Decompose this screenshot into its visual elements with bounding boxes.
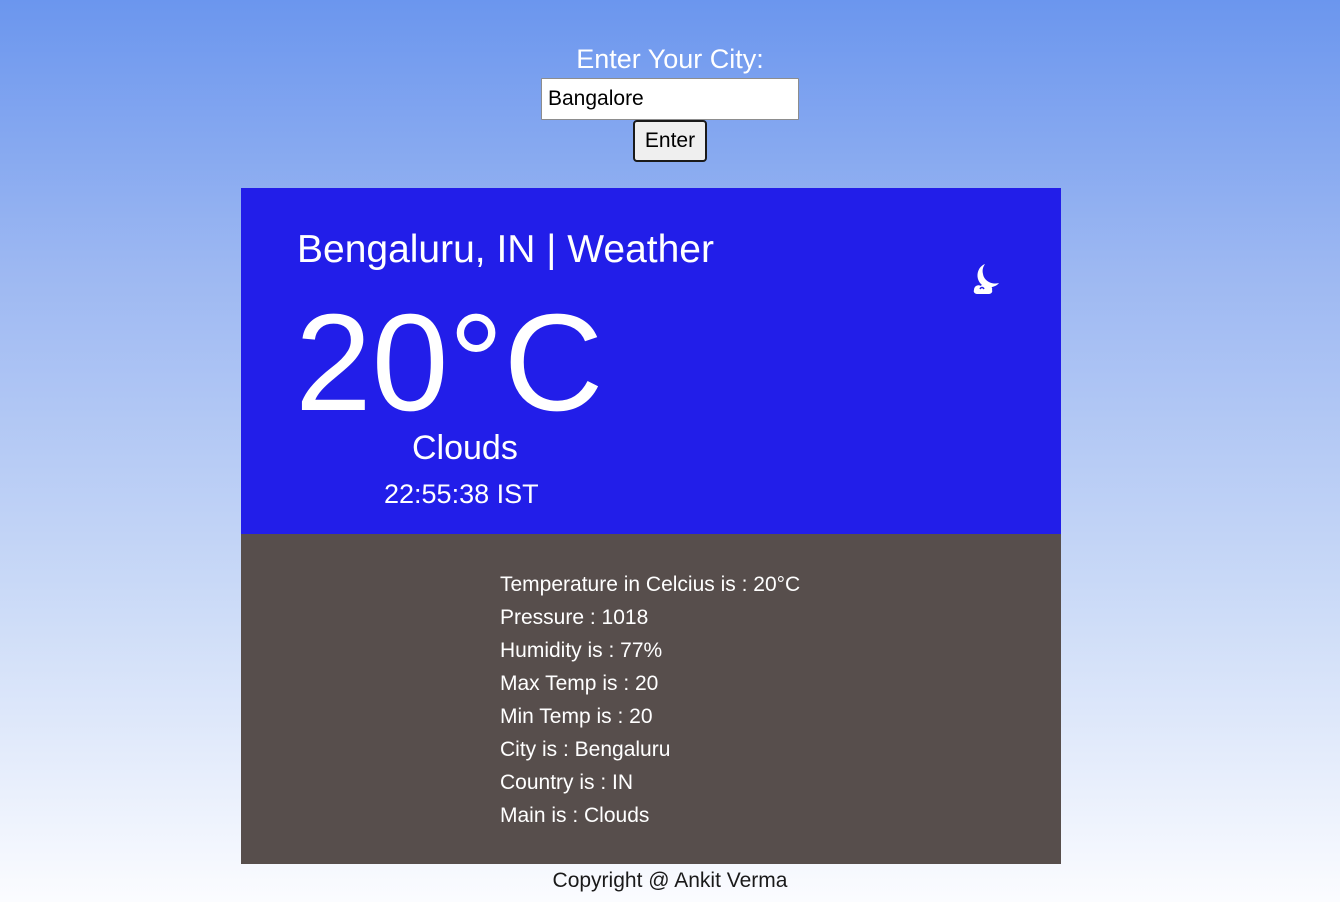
temperature-display: 20°C (295, 286, 604, 440)
detail-city: City is : Bengaluru (500, 738, 671, 761)
city-search-form: Enter Your City: Enter (0, 42, 1340, 162)
detail-pressure: Pressure : 1018 (500, 606, 649, 629)
detail-min-temp: Min Temp is : 20 (500, 705, 653, 728)
weather-title: Bengaluru, IN | Weather (297, 228, 714, 271)
details-list: Temperature in Celcius is : 20°C Pressur… (500, 568, 800, 832)
current-time: 22:55:38 IST (384, 479, 539, 509)
detail-country: Country is : IN (500, 771, 634, 794)
weather-card: Bengaluru, IN | Weather 20°C Clouds 22:5… (241, 188, 1061, 864)
weather-condition: Clouds (412, 429, 518, 467)
city-label: Enter Your City: (576, 44, 764, 74)
moon-cloud-icon (973, 264, 999, 294)
detail-temperature: Temperature in Celcius is : 20°C (500, 573, 801, 596)
detail-main: Main is : Clouds (500, 804, 650, 827)
weather-summary-panel: Bengaluru, IN | Weather 20°C Clouds 22:5… (241, 188, 1061, 534)
weather-details-panel: Temperature in Celcius is : 20°C Pressur… (241, 534, 1061, 864)
copyright-footer: Copyright @ Ankit Verma (552, 869, 788, 892)
detail-max-temp: Max Temp is : 20 (500, 672, 659, 695)
city-input[interactable] (541, 78, 799, 120)
detail-humidity: Humidity is : 77% (500, 639, 663, 662)
enter-button[interactable]: Enter (633, 120, 707, 162)
